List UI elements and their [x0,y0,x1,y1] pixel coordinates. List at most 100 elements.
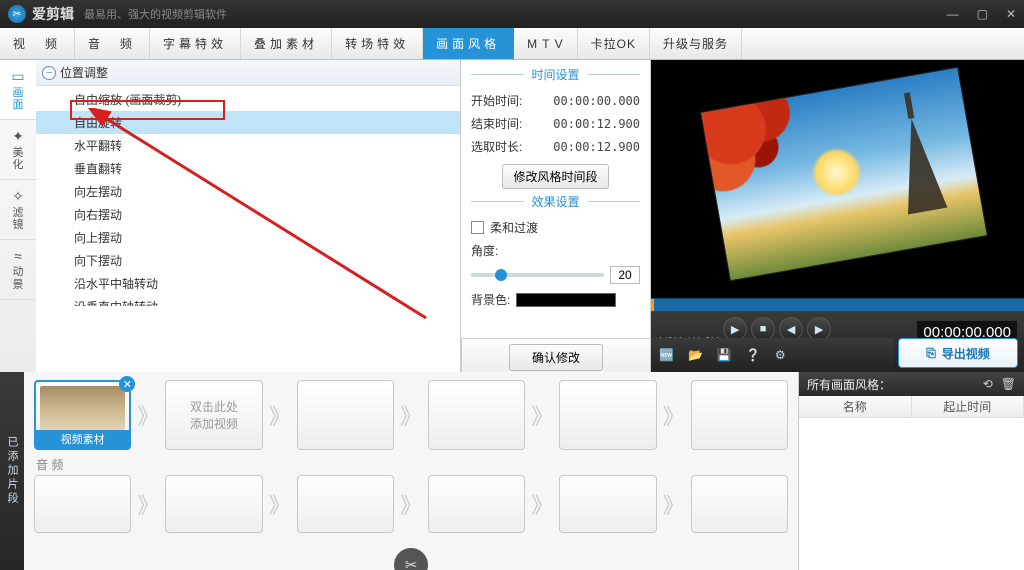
bgcolor-label: 背景色: [471,291,510,308]
tree-item-8[interactable]: 沿水平中轴转动 [36,272,460,295]
close-icon[interactable]: ✕ [1006,7,1016,21]
style-list-title: 所有画面风格： [807,376,891,393]
side-tab-0[interactable]: ▭画面 [0,60,36,120]
tab-7[interactable]: 卡拉OK [578,28,650,59]
tab-0[interactable]: 视 频 [0,28,75,59]
tab-5[interactable]: 画面风格 [423,28,514,59]
tab-4[interactable]: 转场特效 [332,28,423,59]
preview-scrubber[interactable] [651,298,1024,312]
tab-3[interactable]: 叠加素材 [241,28,332,59]
save-icon[interactable]: 💾 [717,348,732,362]
angle-value[interactable]: 20 [610,266,640,284]
clip-remove-icon[interactable]: ✕ [119,376,135,392]
chevron-right-icon: 》 [531,399,553,431]
chevron-right-icon: 》 [663,399,685,431]
start-time-label: 开始时间: [471,92,522,109]
side-tab-icon: ✦ [12,128,24,145]
preview-pane: 1/2X 1X 2X ▶ ■ ◀ ▶ « » 00:00:00.000 [651,60,1024,372]
app-name: 爱剪辑 [32,4,74,24]
empty-audio-slot[interactable] [428,475,525,533]
cut-button[interactable]: ✂ [391,545,431,570]
main-tabs: 视 频音 频字幕特效叠加素材转场特效画面风格M T V卡拉OK升级与服务 [0,28,1024,60]
empty-audio-slot[interactable] [165,475,262,533]
tree-item-2[interactable]: 水平翻转 [36,134,460,157]
chevron-right-icon: 》 [663,488,685,520]
empty-audio-slot[interactable] [559,475,656,533]
maximize-icon[interactable]: ▢ [977,7,988,21]
tab-8[interactable]: 升级与服务 [650,28,742,59]
settings-icon[interactable]: ⚙ [775,348,786,362]
clip-1[interactable]: 视频素材 ✕ [34,380,131,450]
collapse-icon[interactable]: – [42,66,56,80]
side-tab-icon: ▭ [11,68,24,85]
empty-clip-slot[interactable] [297,380,394,450]
app-subtitle: 最易用、强大的视频剪辑软件 [84,6,227,22]
chevron-right-icon: 》 [531,488,553,520]
side-tab-icon: ≈ [14,248,22,264]
tab-1[interactable]: 音 频 [75,28,150,59]
col-range: 起止时间 [912,396,1024,417]
file-toolbar: 🆕 📂 💾 ❔ ⚙ [651,338,894,372]
titlebar: ✂ 爱剪辑 最易用、强大的视频剪辑软件 — ▢ ✕ [0,0,1024,28]
audio-track: 》 》 》 》 》 [34,475,788,533]
tree-item-5[interactable]: 向右摆动 [36,203,460,226]
angle-label: 角度: [471,242,498,259]
end-time-value[interactable]: 00:00:12.900 [553,117,640,131]
minimize-icon[interactable]: — [947,7,959,21]
add-clip-slot[interactable]: 双击此处 添加视频 [165,380,262,450]
tree-item-1[interactable]: 自由旋转 [36,111,460,134]
timeline: 已添加片段 视频素材 ✕ 》 双击此处 添加视频 》 》 》 》 音 频 》 》 [0,372,798,570]
modify-time-button[interactable]: 修改风格时间段 [502,164,608,189]
side-tab-icon: ✧ [12,188,24,205]
tree-item-6[interactable]: 向上摆动 [36,226,460,249]
empty-audio-slot[interactable] [297,475,394,533]
open-icon[interactable]: 📂 [688,348,703,362]
chevron-right-icon: 》 [269,399,291,431]
empty-clip-slot[interactable] [559,380,656,450]
chevron-right-icon: 》 [400,399,422,431]
tree-item-4[interactable]: 向左摆动 [36,180,460,203]
side-tab-1[interactable]: ✦美化 [0,120,36,180]
soft-transition-label: 柔和过渡 [490,219,538,236]
tree-item-9[interactable]: 沿垂直中轴转动 [36,295,460,306]
duration-label: 选取时长: [471,138,522,155]
start-time-value[interactable]: 00:00:00.000 [553,94,640,108]
tab-2[interactable]: 字幕特效 [150,28,241,59]
empty-audio-slot[interactable] [691,475,788,533]
side-tabs: ▭画面✦美化✧滤镜≈动景 [0,60,36,372]
tree-item-7[interactable]: 向下摆动 [36,249,460,272]
side-tab-2[interactable]: ✧滤镜 [0,180,36,240]
chevron-right-icon: 》 [137,488,159,520]
video-track: 视频素材 ✕ 》 双击此处 添加视频 》 》 》 》 [34,380,788,450]
help-icon[interactable]: ❔ [746,348,761,362]
trash-icon[interactable]: 🗑 [1001,377,1016,391]
empty-clip-slot[interactable] [691,380,788,450]
chevron-right-icon: 》 [269,488,291,520]
timeline-side-label: 已添加片段 [0,372,24,570]
angle-slider[interactable]: 20 [471,266,640,284]
empty-clip-slot[interactable] [428,380,525,450]
soft-transition-checkbox[interactable] [471,221,484,234]
refresh-icon[interactable]: ⟲ [983,377,993,391]
preview-frame [700,67,988,282]
tree-group-header[interactable]: – 位置调整 [36,60,460,86]
style-list-panel: 所有画面风格： ⟲🗑 名称起止时间 [798,372,1024,570]
audio-track-label: 音 频 [36,456,788,473]
time-settings-title: 时间设置 [524,66,588,83]
chevron-right-icon: 》 [137,399,159,431]
settings-pane: 时间设置 开始时间:00:00:00.000 结束时间:00:00:12.900… [461,60,651,372]
bgcolor-swatch[interactable] [516,293,616,307]
empty-audio-slot[interactable] [34,475,131,533]
confirm-button[interactable]: 确认修改 [509,344,603,371]
duration-value: 00:00:12.900 [553,140,640,154]
new-icon[interactable]: 🆕 [659,348,674,362]
tree-item-0[interactable]: 自由缩放 (画面裁剪) [36,88,460,111]
tree-group-label: 位置调整 [60,64,108,81]
clip-caption: 视频素材 [36,430,129,448]
export-icon: ⎘ [926,346,936,361]
tab-6[interactable]: M T V [514,28,578,59]
tree-item-3[interactable]: 垂直翻转 [36,157,460,180]
export-button[interactable]: ⎘导出视频 [898,338,1018,368]
side-tab-3[interactable]: ≈动景 [0,240,36,300]
chevron-right-icon: 》 [400,488,422,520]
